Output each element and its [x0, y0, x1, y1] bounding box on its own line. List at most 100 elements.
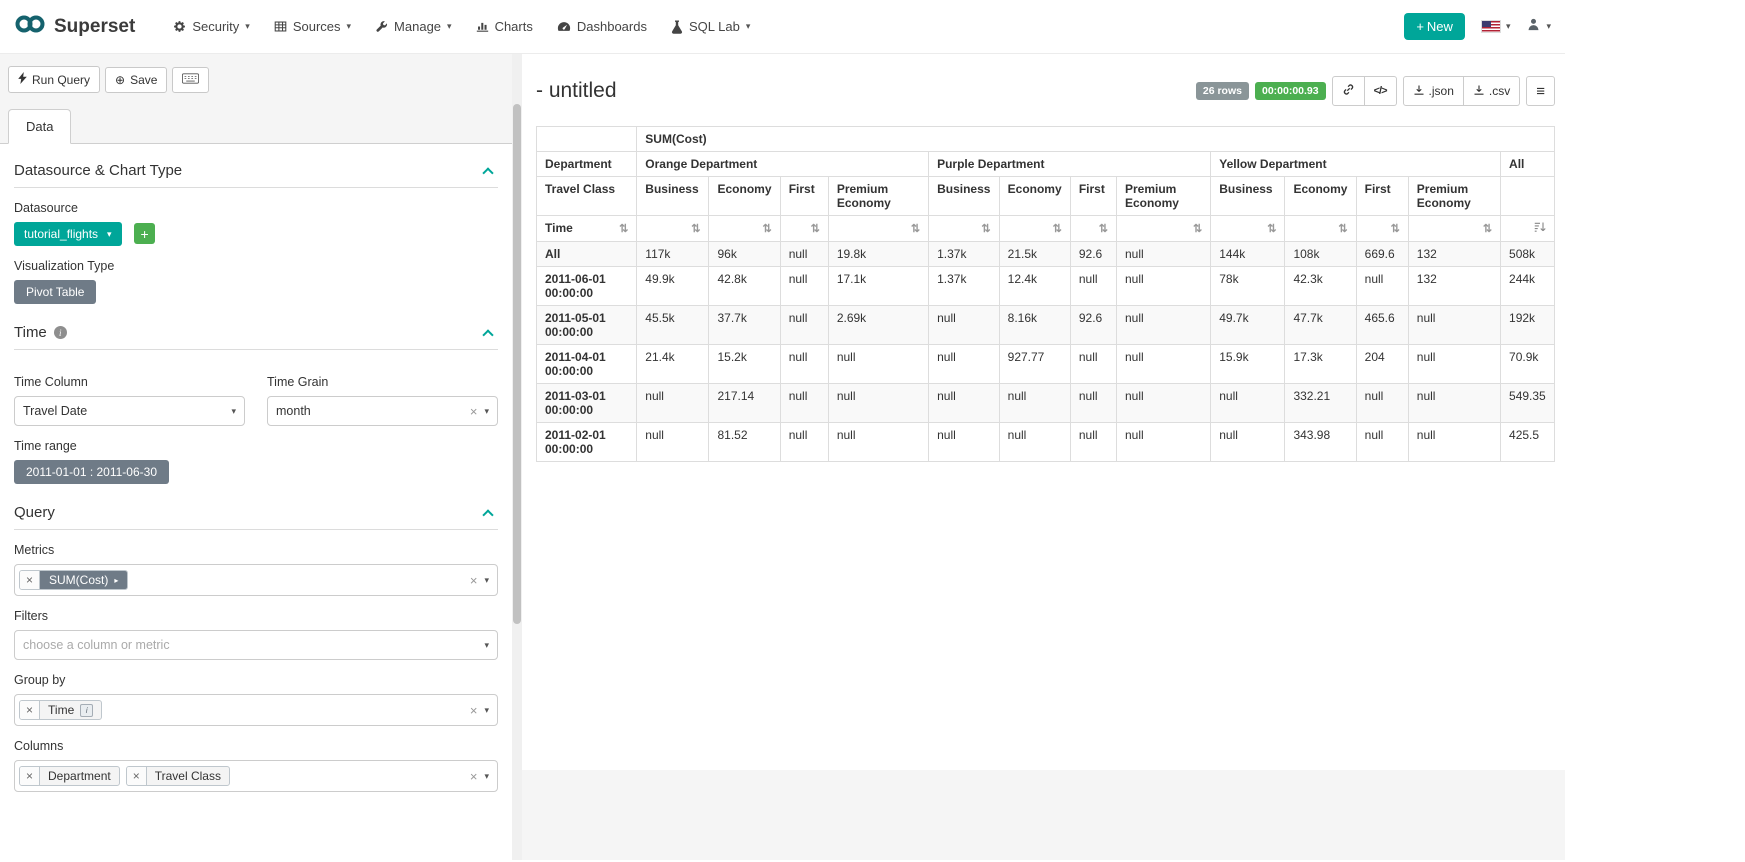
- datasource-select[interactable]: tutorial_flights ▾: [14, 222, 122, 246]
- pivot-cell: null: [637, 423, 709, 462]
- sort-cell: ⇅: [828, 216, 928, 242]
- main-area: Run Query ⊕ Save Data Datasource: [0, 54, 1565, 860]
- new-button[interactable]: +New: [1404, 13, 1465, 40]
- sort-amount-icon[interactable]: [1534, 224, 1546, 236]
- export-csv-button[interactable]: .csv: [1464, 76, 1520, 106]
- add-datasource-button[interactable]: +: [134, 223, 155, 244]
- metric-token-label: SUM(Cost): [49, 573, 108, 587]
- sort-icon[interactable]: ⇅: [1267, 223, 1276, 235]
- remove-icon[interactable]: ×: [20, 767, 40, 785]
- remove-icon[interactable]: ×: [127, 767, 147, 785]
- pivot-cell: null: [929, 423, 1000, 462]
- viz-type-select[interactable]: Pivot Table: [14, 280, 96, 304]
- pivot-cell: 17.1k: [828, 267, 928, 306]
- groupby-select[interactable]: × Timei × ▾: [14, 694, 498, 726]
- time-column-select[interactable]: Travel Date ▾: [14, 396, 245, 426]
- section-datasource-chart-type[interactable]: Datasource & Chart Type: [14, 162, 498, 188]
- row-header: 2011-03-01 00:00:00: [537, 384, 637, 423]
- user-menu[interactable]: ▾: [1526, 17, 1551, 37]
- groupby-token[interactable]: × Timei: [19, 700, 102, 720]
- sort-cell: ⇅: [1070, 216, 1116, 242]
- columns-token[interactable]: × Department: [19, 766, 120, 786]
- nav-charts[interactable]: Charts: [476, 19, 533, 34]
- sort-icon[interactable]: ⇅: [1193, 223, 1202, 235]
- view-query-button[interactable]: </>: [1365, 76, 1397, 106]
- time-grain-label: Time Grain: [267, 375, 498, 389]
- pivot-cell: 17.3k: [1285, 345, 1356, 384]
- metrics-select[interactable]: × SUM(Cost)▸ × ▾: [14, 564, 498, 596]
- pivot-cell: 465.6: [1356, 306, 1408, 345]
- columns-token-label: Department: [48, 769, 111, 783]
- sort-icon[interactable]: ⇅: [619, 222, 628, 235]
- keyboard-shortcuts-button[interactable]: [172, 67, 209, 93]
- clear-icon[interactable]: ×: [470, 404, 478, 419]
- sort-icon[interactable]: ⇅: [811, 223, 820, 235]
- nav-dashboards[interactable]: Dashboards: [557, 19, 647, 34]
- pivot-cell: 144k: [1211, 242, 1285, 267]
- datasource-value: tutorial_flights: [24, 227, 98, 241]
- time-column-value: Travel Date: [23, 404, 231, 418]
- pivot-cell: null: [929, 345, 1000, 384]
- section-query[interactable]: Query: [14, 504, 498, 530]
- plus-icon: +: [1416, 19, 1424, 34]
- sort-icon[interactable]: ⇅: [691, 223, 700, 235]
- clear-icon[interactable]: ×: [470, 703, 478, 718]
- nav-security[interactable]: Security ▾: [173, 19, 250, 34]
- columns-select[interactable]: × Department × Travel Class × ▾: [14, 760, 498, 792]
- pivot-cell: null: [1356, 267, 1408, 306]
- pivot-cell: 42.3k: [1285, 267, 1356, 306]
- sort-icon[interactable]: ⇅: [762, 223, 771, 235]
- clear-icon[interactable]: ×: [470, 573, 478, 588]
- remove-icon[interactable]: ×: [20, 571, 40, 589]
- pivot-cell: 21.4k: [637, 345, 709, 384]
- sort-amount-cell: [1501, 216, 1555, 242]
- tab-data[interactable]: Data: [8, 109, 71, 144]
- hamburger-icon: ≡: [1536, 83, 1545, 100]
- pivot-cell: 21.5k: [999, 242, 1070, 267]
- pivot-cell: null: [780, 384, 828, 423]
- sort-icon[interactable]: ⇅: [981, 223, 990, 235]
- keyboard-icon: [182, 73, 199, 87]
- section-time[interactable]: Time i: [14, 324, 498, 350]
- pivot-cell: 37.7k: [709, 306, 780, 345]
- pivot-cell: null: [637, 384, 709, 423]
- panel-scrollbar[interactable]: [512, 54, 522, 860]
- pivot-cell: null: [1116, 306, 1210, 345]
- save-button[interactable]: ⊕ Save: [105, 67, 167, 93]
- row-dimension-header: Travel Class: [537, 177, 637, 216]
- language-menu[interactable]: ▾: [1481, 20, 1511, 33]
- nav-sources[interactable]: Sources ▾: [274, 19, 351, 34]
- pivot-cell: null: [929, 306, 1000, 345]
- export-json-button[interactable]: .json: [1403, 76, 1464, 106]
- nav-sql-lab[interactable]: SQL Lab ▾: [671, 19, 750, 34]
- clear-icon[interactable]: ×: [470, 769, 478, 784]
- sort-cell: ⇅: [780, 216, 828, 242]
- groupby-token-label: Time: [48, 703, 74, 717]
- columns-token[interactable]: × Travel Class: [126, 766, 230, 786]
- pivot-cell: 108k: [1285, 242, 1356, 267]
- filters-select[interactable]: choose a column or metric ▾: [14, 630, 498, 660]
- time-grain-select[interactable]: month × ▾: [267, 396, 498, 426]
- sort-icon[interactable]: ⇅: [1483, 223, 1492, 235]
- flask-icon: [671, 20, 683, 34]
- sort-icon[interactable]: ⇅: [1099, 223, 1108, 235]
- brand[interactable]: Superset: [14, 13, 135, 40]
- scrollbar-thumb[interactable]: [513, 104, 521, 624]
- share-link-button[interactable]: [1332, 76, 1365, 106]
- sort-icon[interactable]: ⇅: [1391, 223, 1400, 235]
- sort-icon[interactable]: ⇅: [1338, 223, 1347, 235]
- time-range-button[interactable]: 2011-01-01 : 2011-06-30: [14, 460, 169, 484]
- chart-title: - untitled: [536, 79, 617, 103]
- pivot-cell: null: [1356, 384, 1408, 423]
- sort-icon[interactable]: ⇅: [911, 223, 920, 235]
- chart-options-button[interactable]: ≡: [1526, 76, 1555, 106]
- remove-icon[interactable]: ×: [20, 701, 40, 719]
- metric-token[interactable]: × SUM(Cost)▸: [19, 570, 128, 590]
- columns-label: Columns: [14, 739, 498, 753]
- sort-icon[interactable]: ⇅: [1053, 223, 1062, 235]
- run-query-button[interactable]: Run Query: [8, 66, 100, 93]
- chevron-down-icon: ▾: [1546, 22, 1551, 31]
- nav-manage[interactable]: Manage ▾: [375, 19, 452, 34]
- bar-chart-icon: [476, 20, 489, 33]
- pivot-cell: 81.52: [709, 423, 780, 462]
